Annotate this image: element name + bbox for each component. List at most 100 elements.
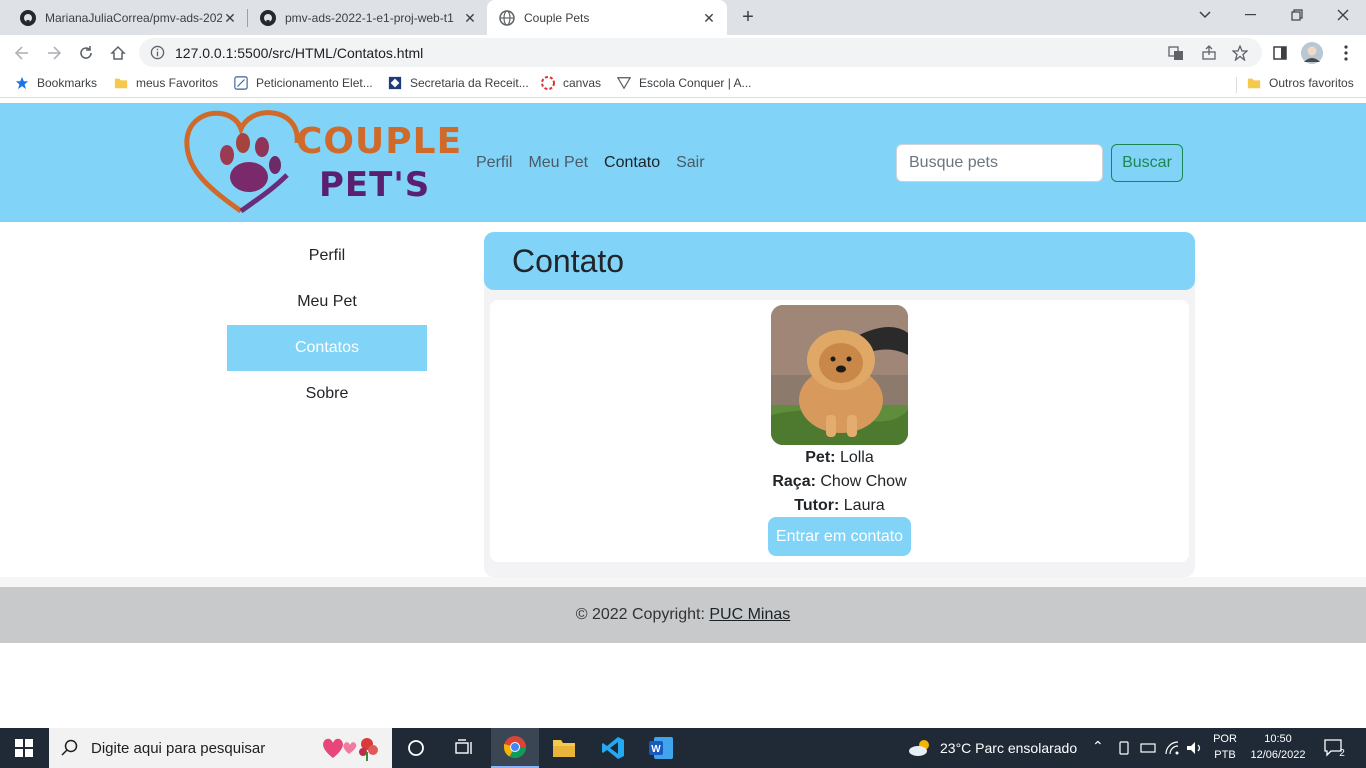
bookmark-item[interactable]: meus Favoritos [113, 75, 218, 91]
page-title: Contato [512, 243, 625, 279]
clock-time[interactable]: 10:50 [1246, 733, 1310, 745]
search-input[interactable] [896, 144, 1103, 182]
logo[interactable]: COUPLE PET'S [183, 107, 461, 217]
contact-button[interactable]: Entrar em contato [768, 517, 911, 556]
site-header: COUPLE PET'S Perfil Meu Pet Contato Sair… [0, 103, 1366, 222]
network-icon[interactable] [1140, 741, 1156, 755]
bookmark-item[interactable]: Peticionamento Elet... [233, 75, 373, 91]
content-panel: Contato Pet: Lolla Raça: Chow Chow Tutor… [484, 232, 1195, 577]
taskbar-search-placeholder: Digite aqui para pesquisar [91, 739, 266, 757]
wifi-icon[interactable] [1164, 741, 1180, 755]
folder-icon [113, 75, 129, 91]
site-icon [540, 75, 556, 91]
home-icon[interactable] [106, 41, 130, 65]
bookmark-item[interactable]: Escola Conquer | A... [616, 75, 752, 91]
bookmark-label: Outros favoritos [1269, 76, 1354, 90]
nav-link-contato[interactable]: Contato [604, 154, 660, 172]
nav-link-perfil[interactable]: Perfil [476, 154, 512, 172]
close-icon[interactable]: ✕ [462, 10, 478, 26]
bookmark-label: meus Favoritos [136, 76, 219, 90]
forward-icon[interactable] [42, 41, 66, 65]
github-icon [20, 9, 36, 26]
github-icon [260, 9, 276, 26]
bookmarks-bar: Bookmarks meus Favoritos Peticionamento … [0, 70, 1366, 98]
pet-tutor-line: Tutor: Laura [490, 497, 1189, 515]
tab-title: Couple Pets [524, 10, 590, 25]
restore-icon[interactable] [1274, 0, 1320, 30]
bookmark-label: Escola Conquer | A... [639, 76, 752, 90]
side-panel-icon[interactable] [1268, 41, 1292, 65]
taskbar-search[interactable]: Digite aqui para pesquisar [49, 728, 392, 768]
share-icon[interactable] [1200, 44, 1218, 62]
bookmark-item[interactable]: Secretaria da Receit... [387, 75, 529, 91]
sidebar-item-perfil[interactable]: Perfil [227, 233, 427, 279]
tab-title: MarianaJuliaCorrea/pmv-ads-202 [45, 10, 222, 25]
close-icon[interactable]: ✕ [701, 10, 717, 26]
vscode-icon[interactable] [589, 728, 637, 768]
star-bookmark-icon[interactable] [1231, 44, 1249, 62]
pet-photo [771, 305, 908, 445]
pet-name-line: Pet: Lolla [490, 449, 1189, 467]
pet-tutor: Laura [843, 497, 885, 514]
volume-icon[interactable] [1186, 741, 1204, 755]
footer-text: © 2022 Copyright: [575, 606, 710, 623]
logo-text: PET'S [319, 165, 431, 205]
translate-icon[interactable] [1167, 44, 1185, 62]
file-explorer-icon[interactable] [540, 728, 588, 768]
footer-divider [0, 577, 1366, 587]
weather-icon[interactable] [908, 738, 932, 758]
tutor-label: Tutor: [794, 497, 840, 514]
bookmark-item[interactable]: Bookmarks [14, 75, 97, 91]
weather-text[interactable]: 23°C Parc ensolarado [940, 740, 1077, 756]
nav-link-meu-pet[interactable]: Meu Pet [528, 154, 588, 172]
sidebar-item-meu-pet[interactable]: Meu Pet [227, 279, 427, 325]
content-header: Contato [484, 232, 1195, 290]
heart-paw-icon [184, 110, 300, 214]
chrome-taskbar-icon[interactable] [491, 728, 539, 768]
pet-label: Pet: [805, 449, 836, 466]
pet-breed-line: Raça: Chow Chow [490, 473, 1189, 491]
sidebar-item-contatos[interactable]: Contatos [227, 325, 427, 371]
cortana-icon[interactable] [392, 728, 440, 768]
pet-name: Lolla [839, 449, 874, 466]
other-bookmarks[interactable]: Outros favoritos [1246, 75, 1354, 91]
bookmark-item[interactable]: canvas [540, 75, 601, 91]
clock-date: 12/06/2022 [1250, 749, 1306, 761]
address-bar[interactable]: 127.0.0.1:5500/src/HTML/Contatos.html [139, 38, 1262, 67]
minimize-icon[interactable] [1228, 0, 1274, 30]
language-layout: PTB [1214, 749, 1236, 761]
device-icon[interactable] [1117, 741, 1131, 755]
browser-tab-active[interactable]: Couple Pets ✕ [487, 0, 727, 35]
browser-tab[interactable]: pmv-ads-2022-1-e1-proj-web-t1 ✕ [248, 0, 488, 35]
word-icon[interactable]: W [637, 728, 685, 768]
pet-breed: Chow Chow [820, 473, 907, 490]
chevron-up-icon[interactable]: ⌃ [1092, 738, 1104, 755]
info-icon[interactable] [150, 45, 165, 60]
windows-start-icon[interactable] [0, 728, 48, 768]
bookmark-label: Peticionamento Elet... [256, 76, 373, 90]
site-icon [616, 75, 632, 91]
site-icon [387, 75, 403, 91]
reload-icon[interactable] [74, 41, 98, 65]
avatar[interactable] [1300, 41, 1324, 65]
nav-link-sair[interactable]: Sair [676, 154, 704, 172]
site-icon [233, 75, 249, 91]
close-icon[interactable]: ✕ [222, 10, 238, 26]
footer-link[interactable]: PUC Minas [709, 606, 790, 623]
new-tab-button[interactable]: + [737, 6, 759, 28]
language-indicator[interactable]: POR [1210, 733, 1240, 745]
browser-tab[interactable]: MarianaJuliaCorrea/pmv-ads-202 ✕ [8, 0, 248, 35]
back-icon[interactable] [10, 41, 34, 65]
task-view-icon[interactable] [440, 728, 488, 768]
search-button[interactable]: Buscar [1111, 144, 1183, 182]
logo-text: COUPLE [296, 121, 463, 162]
url-text: 127.0.0.1:5500/src/HTML/Contatos.html [175, 45, 424, 61]
sidebar: Perfil Meu Pet Contatos Sobre [227, 233, 427, 417]
bookmark-label: Bookmarks [37, 76, 98, 90]
sidebar-item-sobre[interactable]: Sobre [227, 371, 427, 417]
footer: © 2022 Copyright: PUC Minas [0, 587, 1366, 643]
tab-search-icon[interactable] [1182, 0, 1228, 30]
close-window-icon[interactable] [1320, 0, 1366, 30]
menu-dots-icon[interactable] [1334, 41, 1358, 65]
taskbar: Digite aqui para pesquisar W 23°C Parc e… [0, 728, 1366, 768]
